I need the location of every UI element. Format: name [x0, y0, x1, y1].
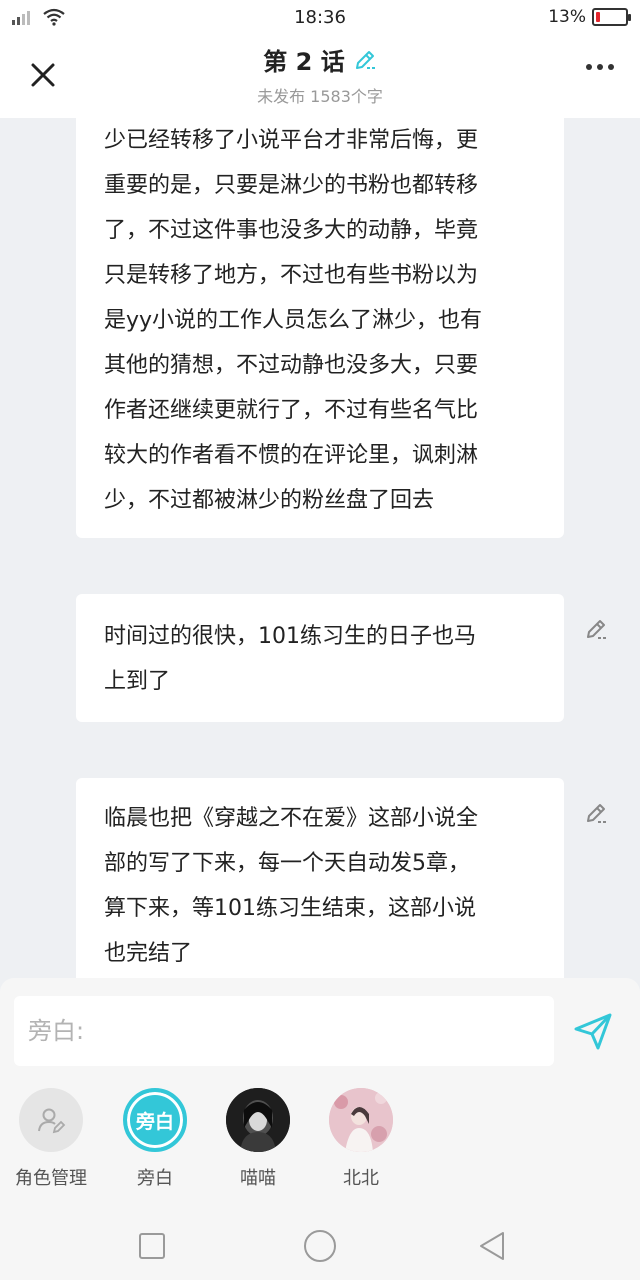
- narrator-avatar: 旁白: [123, 1088, 187, 1152]
- top-header: 第 2 话 未发布 1583个字: [0, 34, 640, 118]
- paragraph-line: 临晨也把《穿越之不在爱》这部小说全: [104, 806, 479, 831]
- send-icon[interactable]: [572, 1010, 614, 1052]
- role-manage-icon: [19, 1088, 83, 1152]
- paragraph-line: 较大的作者看不惯的在评论里，讽刺淋: [104, 443, 479, 468]
- compose-panel: 角色管理 旁白 旁白 喵喵: [0, 978, 640, 1208]
- paragraph-line: 时间过的很快，101练习生的日子也马: [104, 624, 476, 649]
- avatar: [329, 1088, 393, 1152]
- role-label: 角色管理: [15, 1168, 87, 1189]
- paragraph-line: 了，不过这件事也没多大的动静，毕竟: [104, 218, 479, 243]
- paragraph-card-1[interactable]: 少已经转移了小说平台才非常后悔，更 重要的是，只要是淋少的书粉也都转移 了，不过…: [76, 118, 564, 538]
- paragraph-card-3[interactable]: 临晨也把《穿越之不在爱》这部小说全 部的写了下来，每一个天自动发5章， 算下来，…: [76, 778, 564, 978]
- paragraph-line: 上到了: [104, 669, 171, 694]
- role-narrator[interactable]: 旁白 旁白: [100, 1088, 210, 1190]
- narrator-avatar-text: 旁白: [135, 1110, 174, 1133]
- status-time: 18:36: [294, 6, 346, 28]
- back-icon[interactable]: [476, 1230, 508, 1262]
- paragraph-line: 是yy小说的工作人员怎么了淋少，也有: [104, 308, 483, 333]
- page-title: 第 2 话: [263, 48, 345, 76]
- paragraph-card-2[interactable]: 时间过的很快，101练习生的日子也马 上到了: [76, 594, 564, 722]
- role-beibei[interactable]: 北北: [306, 1088, 416, 1190]
- paragraph-line: 也完结了: [104, 941, 193, 966]
- story-content[interactable]: 少已经转移了小说平台才非常后悔，更 重要的是，只要是淋少的书粉也都转移 了，不过…: [0, 118, 640, 978]
- paragraph-line: 作者还继续更就行了，不过有些名气比: [104, 398, 479, 423]
- role-label: 旁白: [137, 1168, 173, 1189]
- edit-title-icon[interactable]: [353, 48, 377, 72]
- role-miaomiao[interactable]: 喵喵: [203, 1088, 313, 1190]
- edit-paragraph-icon[interactable]: [584, 616, 610, 642]
- home-icon[interactable]: [302, 1228, 338, 1264]
- battery-level-fill: [596, 12, 600, 22]
- paragraph-line: 其他的猜想，不过动静也没多大，只要: [104, 353, 479, 378]
- avatar: [226, 1088, 290, 1152]
- paragraph-line: 算下来，等101练习生结束，这部小说: [104, 896, 476, 921]
- paragraph-line: 少已经转移了小说平台才非常后悔，更: [104, 128, 479, 153]
- chapter-title-row[interactable]: 第 2 话: [263, 42, 376, 77]
- chapter-status: 未发布 1583个字: [257, 87, 383, 106]
- paragraph-line: 部的写了下来，每一个天自动发5章，: [104, 851, 470, 876]
- edit-paragraph-icon[interactable]: [584, 800, 610, 826]
- battery-icon: [592, 8, 631, 26]
- system-nav-bar: [0, 1208, 640, 1280]
- paragraph-line: 只是转移了地方，不过也有些书粉以为: [104, 263, 479, 288]
- paragraph-line: 少，不过都被淋少的粉丝盘了回去: [104, 488, 435, 513]
- status-bar: 18:36 13%: [0, 0, 640, 34]
- recent-apps-icon[interactable]: [136, 1230, 168, 1262]
- paragraph-line: 重要的是，只要是淋少的书粉也都转移: [104, 173, 479, 198]
- role-label: 喵喵: [240, 1168, 276, 1189]
- battery-percent: 13%: [548, 7, 586, 27]
- role-selector: 角色管理 旁白 旁白 喵喵 北北: [0, 1088, 640, 1198]
- role-manage-button[interactable]: 角色管理: [0, 1088, 106, 1190]
- role-label: 北北: [343, 1168, 379, 1189]
- narration-input[interactable]: [14, 996, 554, 1066]
- more-options-icon[interactable]: [586, 64, 614, 70]
